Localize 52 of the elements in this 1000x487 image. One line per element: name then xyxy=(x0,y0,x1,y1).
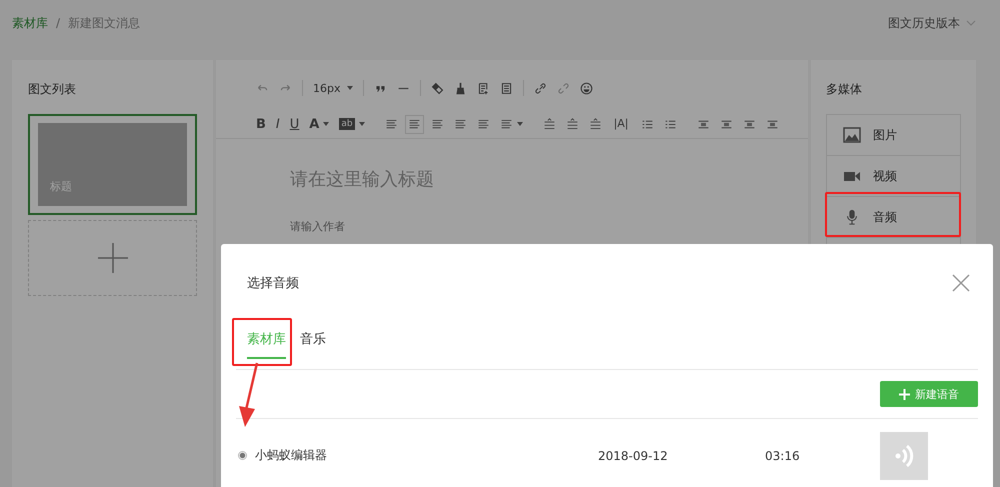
media-item[interactable]: 视频 xyxy=(826,155,961,196)
audio-duration: 03:16 xyxy=(765,448,801,462)
brush-icon[interactable] xyxy=(454,82,466,94)
history-dropdown[interactable]: 图文历史版本 xyxy=(888,14,976,32)
new-voice-button[interactable]: 新建语音 xyxy=(880,381,978,407)
eraser-icon[interactable] xyxy=(430,82,444,94)
dialog-title: 选择音频 xyxy=(247,275,299,292)
breadcrumb-current: 新建图文消息 xyxy=(68,14,140,32)
format-button[interactable]: I xyxy=(276,116,280,132)
title-input[interactable]: 请在这里输入标题 xyxy=(290,167,734,191)
link-icon[interactable] xyxy=(534,82,546,94)
audio-name: 小蚂蚁编辑器 xyxy=(255,447,328,464)
tab[interactable]: 素材库 xyxy=(247,326,286,359)
close-button[interactable] xyxy=(952,274,970,292)
image-icon xyxy=(843,127,861,143)
media-item[interactable]: 音频 xyxy=(826,196,961,237)
tab[interactable]: 音乐 xyxy=(300,326,326,359)
panel-title: 多媒体 xyxy=(826,81,863,98)
caret-icon[interactable] xyxy=(358,122,365,126)
format-button[interactable]: B xyxy=(256,116,266,132)
breadcrumb-link[interactable]: 素材库 xyxy=(12,14,48,32)
caret-icon xyxy=(966,20,976,26)
align-icon[interactable] xyxy=(454,118,467,130)
plus-icon xyxy=(98,243,128,273)
radio-button[interactable] xyxy=(238,451,247,460)
align-icon[interactable] xyxy=(476,118,490,130)
breadcrumb-separator: / xyxy=(56,16,60,30)
align-icon[interactable] xyxy=(384,118,398,130)
format-button[interactable]: A xyxy=(309,116,320,132)
audio-date: 2018-09-12 xyxy=(598,448,669,462)
format-button[interactable]: U xyxy=(290,116,300,132)
letter-spacing-button[interactable]: |A| xyxy=(612,118,631,130)
caret-icon xyxy=(346,86,352,90)
emoji-icon[interactable] xyxy=(580,82,592,94)
document-add-icon[interactable] xyxy=(476,82,490,94)
spacing-icon[interactable] xyxy=(588,118,602,130)
highlight-button[interactable]: ab xyxy=(339,118,355,130)
caret-icon[interactable] xyxy=(516,122,523,126)
audio-thumbnail-icon xyxy=(880,432,928,480)
panel-title: 图文列表 xyxy=(28,81,77,98)
spacing-icon[interactable] xyxy=(566,118,579,130)
author-input[interactable]: 请输入作者 xyxy=(290,219,734,234)
annotation-arrow xyxy=(237,362,261,428)
spacing-icon[interactable] xyxy=(542,118,556,130)
align-icon[interactable] xyxy=(500,118,513,130)
caret-icon[interactable] xyxy=(323,122,330,126)
plus-icon xyxy=(899,388,910,400)
align-icon[interactable] xyxy=(430,118,444,130)
document-icon[interactable] xyxy=(500,82,512,94)
font-size-dropdown[interactable]: 16px xyxy=(313,82,352,94)
media-item[interactable]: 图片 xyxy=(826,114,961,155)
close-icon xyxy=(952,274,970,292)
